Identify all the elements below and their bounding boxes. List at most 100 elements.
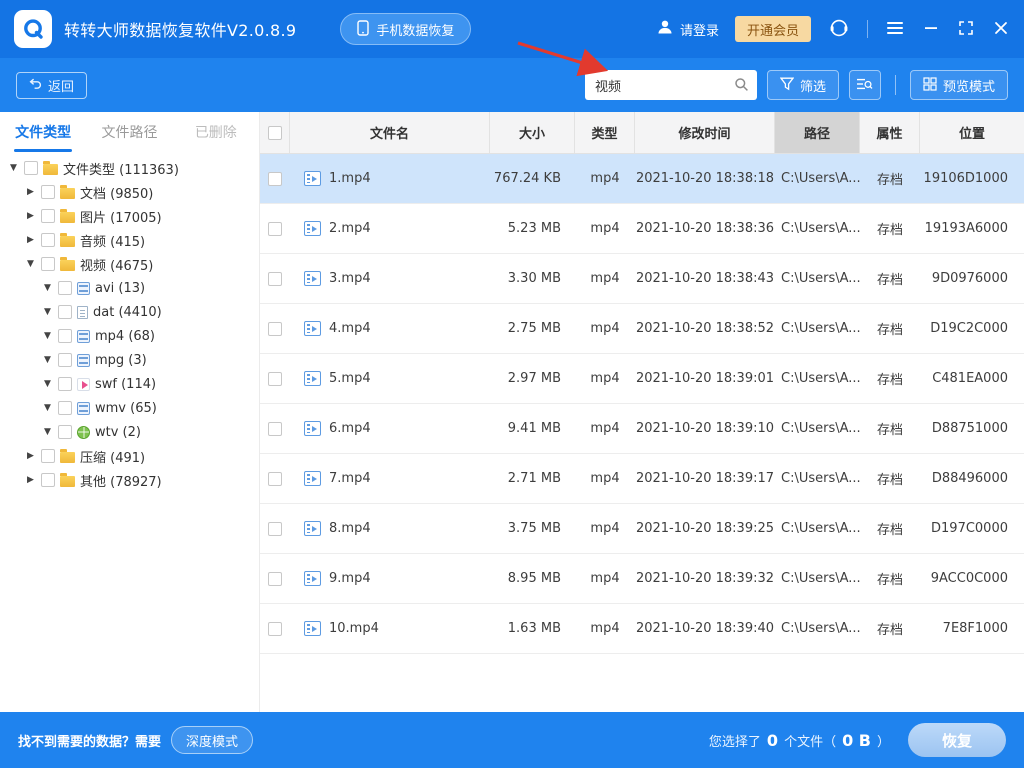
recover-button[interactable]: 恢复 (908, 723, 1006, 757)
tree-item-images[interactable]: ▶图片 (17005) (0, 204, 259, 228)
maximize-button[interactable] (956, 18, 976, 41)
tab-file-type[interactable]: 文件类型 (0, 112, 86, 152)
chevron-down-icon[interactable]: ▼ (42, 380, 53, 389)
tree-checkbox[interactable] (58, 281, 72, 295)
chevron-down-icon[interactable]: ▼ (42, 332, 53, 341)
chevron-down-icon[interactable]: ▼ (42, 284, 53, 293)
tree-item-wtv[interactable]: ▼wtv (2) (0, 420, 259, 444)
cell-filename: 3.mp4 (329, 271, 371, 286)
deep-mode-button[interactable]: 深度模式 (171, 726, 253, 754)
chevron-right-icon[interactable]: ▶ (25, 188, 36, 197)
search-icon[interactable] (734, 77, 749, 96)
login-button[interactable]: 请登录 (656, 18, 719, 40)
tree-item-audio[interactable]: ▶音频 (415) (0, 228, 259, 252)
chevron-right-icon[interactable]: ▶ (25, 236, 36, 245)
tree-item-root[interactable]: ▼文件类型 (111363) (0, 156, 259, 180)
tree-item-swf[interactable]: ▼swf (114) (0, 372, 259, 396)
tree-checkbox[interactable] (41, 185, 55, 199)
row-checkbox[interactable] (268, 472, 282, 486)
cell-location: 19106D1000 (920, 154, 1024, 203)
row-checkbox[interactable] (268, 622, 282, 636)
tree-item-mpg[interactable]: ▼mpg (3) (0, 348, 259, 372)
tree-item-avi[interactable]: ▼avi (13) (0, 276, 259, 300)
back-button[interactable]: 返回 (16, 72, 87, 99)
tab-file-path[interactable]: 文件路径 (86, 112, 172, 152)
select-all-checkbox[interactable] (268, 126, 282, 140)
tree-item-zip[interactable]: ▶压缩 (491) (0, 444, 259, 468)
tree-checkbox[interactable] (41, 233, 55, 247)
table-row[interactable]: 8.mp43.75 MBmp42021-10-20 18:39:25C:\Use… (260, 504, 1024, 554)
selection-suffix: ） (877, 731, 890, 750)
minimize-button[interactable] (922, 19, 940, 40)
table-row[interactable]: 5.mp42.97 MBmp42021-10-20 18:39:01C:\Use… (260, 354, 1024, 404)
tree-item-mp4[interactable]: ▼mp4 (68) (0, 324, 259, 348)
vip-button[interactable]: 开通会员 (735, 16, 811, 42)
row-checkbox[interactable] (268, 522, 282, 536)
chevron-right-icon[interactable]: ▶ (25, 476, 36, 485)
tree-checkbox[interactable] (58, 401, 72, 415)
column-header-type[interactable]: 类型 (575, 112, 635, 153)
chevron-right-icon[interactable]: ▶ (25, 212, 36, 221)
login-label: 请登录 (680, 20, 719, 39)
column-header-size[interactable]: 大小 (490, 112, 575, 153)
tree-item-wmv[interactable]: ▼wmv (65) (0, 396, 259, 420)
chevron-right-icon[interactable]: ▶ (25, 452, 36, 461)
tree-checkbox[interactable] (41, 473, 55, 487)
tree-checkbox[interactable] (58, 305, 72, 319)
column-header-attr[interactable]: 属性 (860, 112, 920, 153)
row-checkbox[interactable] (268, 372, 282, 386)
tree-checkbox[interactable] (41, 257, 55, 271)
toolbar-right-group: 筛选 预览模式 (585, 70, 1008, 100)
menu-button[interactable] (884, 19, 906, 40)
table-row[interactable]: 9.mp48.95 MBmp42021-10-20 18:39:32C:\Use… (260, 554, 1024, 604)
tree-item-video[interactable]: ▼视频 (4675) (0, 252, 259, 276)
tree-checkbox[interactable] (58, 425, 72, 439)
tree-checkbox[interactable] (41, 209, 55, 223)
search-input[interactable] (585, 70, 757, 100)
row-checkbox[interactable] (268, 272, 282, 286)
chevron-down-icon[interactable]: ▼ (42, 308, 53, 317)
chevron-down-icon[interactable]: ▼ (42, 356, 53, 365)
preview-mode-button[interactable]: 预览模式 (910, 70, 1008, 100)
table-row[interactable]: 6.mp49.41 MBmp42021-10-20 18:39:10C:\Use… (260, 404, 1024, 454)
table-row[interactable]: 7.mp42.71 MBmp42021-10-20 18:39:17C:\Use… (260, 454, 1024, 504)
table-row[interactable]: 2.mp45.23 MBmp42021-10-20 18:38:36C:\Use… (260, 204, 1024, 254)
chevron-down-icon[interactable]: ▼ (42, 428, 53, 437)
search-settings-button[interactable] (849, 70, 881, 100)
column-header-loc[interactable]: 位置 (920, 112, 1024, 153)
column-header-name[interactable]: 文件名 (290, 112, 490, 153)
tree-checkbox[interactable] (58, 329, 72, 343)
cell-path: C:\Users\A... (775, 454, 860, 503)
customer-service-button[interactable] (827, 16, 851, 43)
column-header-mod[interactable]: 修改时间 (635, 112, 775, 153)
column-header-path[interactable]: 路径 (775, 112, 860, 153)
chevron-down-icon[interactable]: ▼ (8, 164, 19, 173)
tree-item-dat[interactable]: ▼dat (4410) (0, 300, 259, 324)
tab-deleted[interactable]: 已删除 (173, 112, 259, 152)
row-checkbox[interactable] (268, 322, 282, 336)
film-icon (77, 282, 90, 295)
cell-attr: 存档 (860, 354, 920, 403)
row-checkbox[interactable] (268, 172, 282, 186)
tree-item-other[interactable]: ▶其他 (78927) (0, 468, 259, 492)
tree-checkbox[interactable] (41, 449, 55, 463)
table-row[interactable]: 10.mp41.63 MBmp42021-10-20 18:39:40C:\Us… (260, 604, 1024, 654)
cell-modified: 2021-10-20 18:38:18 (635, 154, 775, 203)
table-row[interactable]: 3.mp43.30 MBmp42021-10-20 18:38:43C:\Use… (260, 254, 1024, 304)
minimize-icon (924, 21, 938, 38)
chevron-down-icon[interactable]: ▼ (25, 260, 36, 269)
row-checkbox[interactable] (268, 422, 282, 436)
filter-button[interactable]: 筛选 (767, 70, 839, 100)
tree-checkbox[interactable] (58, 353, 72, 367)
table-row[interactable]: 1.mp4767.24 KBmp42021-10-20 18:38:18C:\U… (260, 154, 1024, 204)
tree-checkbox[interactable] (58, 377, 72, 391)
folder-icon (60, 188, 75, 199)
chevron-down-icon[interactable]: ▼ (42, 404, 53, 413)
tree-item-docs[interactable]: ▶文档 (9850) (0, 180, 259, 204)
phone-recovery-button[interactable]: 手机数据恢复 (340, 13, 471, 45)
close-button[interactable] (992, 19, 1010, 40)
row-checkbox[interactable] (268, 572, 282, 586)
tree-checkbox[interactable] (24, 161, 38, 175)
table-row[interactable]: 4.mp42.75 MBmp42021-10-20 18:38:52C:\Use… (260, 304, 1024, 354)
row-checkbox[interactable] (268, 222, 282, 236)
